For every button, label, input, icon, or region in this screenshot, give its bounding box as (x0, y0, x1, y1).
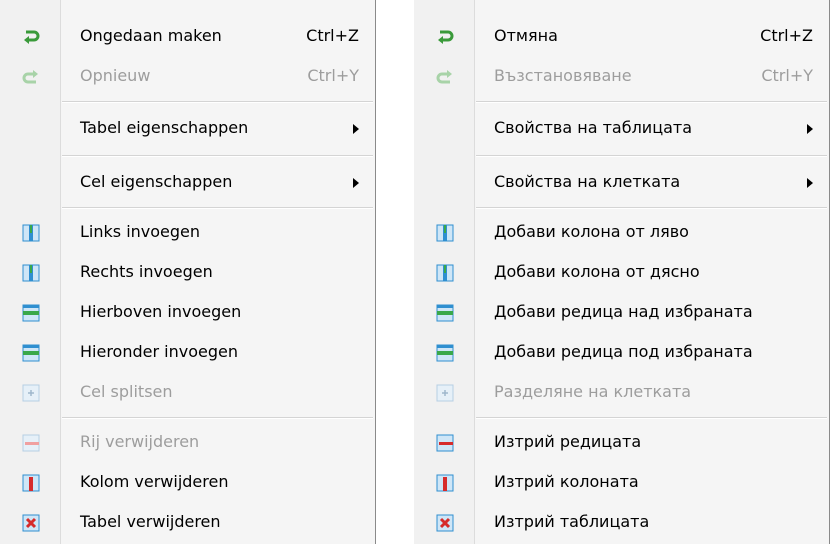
menu-item-insert-row-above[interactable]: Добави редица над избраната (414, 293, 829, 333)
menu-item-label: Links invoegen (80, 222, 201, 241)
menu-item-label: Отмяна (494, 26, 558, 45)
menu-item-label: Tabel eigenschappen (80, 118, 249, 137)
shortcut-label: Ctrl+Y (307, 66, 359, 85)
delete-table-icon (436, 514, 454, 532)
insert-column-left-icon (436, 224, 454, 242)
menu-item-delete-table[interactable]: Изтрий таблицата (414, 503, 829, 543)
menu-item-label: Изтрий таблицата (494, 512, 650, 531)
menu-item-redo[interactable]: Opnieuw Ctrl+Y (0, 57, 375, 97)
menu-item-undo[interactable]: Отмяна Ctrl+Z (414, 17, 829, 57)
menu-item-redo[interactable]: Възстановяване Ctrl+Y (414, 57, 829, 97)
menu-item-delete-column[interactable]: Kolom verwijderen (0, 463, 375, 503)
menu-item-label: Cel splitsen (80, 382, 173, 401)
menu-item-insert-row-below[interactable]: Hieronder invoegen (0, 333, 375, 373)
menu-separator (62, 155, 373, 157)
insert-column-right-icon (22, 264, 40, 282)
menu-item-label: Opnieuw (80, 66, 151, 85)
context-menu-bulgarian: Отмяна Ctrl+Z Възстановяване Ctrl+Y Свой… (414, 0, 830, 544)
menu-item-insert-row-below[interactable]: Добави редица под избраната (414, 333, 829, 373)
context-menu-dutch: Ongedaan maken Ctrl+Z Opnieuw Ctrl+Y Tab… (0, 0, 376, 544)
menu-item-label: Cel eigenschappen (80, 172, 233, 191)
menu-item-delete-column[interactable]: Изтрий колоната (414, 463, 829, 503)
shortcut-label: Ctrl+Y (761, 66, 813, 85)
submenu-arrow-icon (807, 178, 813, 188)
menu-item-split-cell[interactable]: Разделяне на клетката (414, 373, 829, 413)
redo-icon (22, 68, 40, 86)
shortcut-label: Ctrl+Z (306, 26, 359, 45)
menu-item-cell-properties[interactable]: Свойства на клетката (414, 163, 829, 203)
menu-item-insert-column-right[interactable]: Rechts invoegen (0, 253, 375, 293)
menu-item-insert-column-left[interactable]: Добави колона от ляво (414, 213, 829, 253)
menu-item-cell-properties[interactable]: Cel eigenschappen (0, 163, 375, 203)
insert-row-below-icon (436, 344, 454, 362)
insert-column-right-icon (436, 264, 454, 282)
menu-item-split-cell[interactable]: Cel splitsen (0, 373, 375, 413)
menu-item-label: Разделяне на клетката (494, 382, 692, 401)
menu-item-undo[interactable]: Ongedaan maken Ctrl+Z (0, 17, 375, 57)
submenu-arrow-icon (807, 124, 813, 134)
split-cell-icon (436, 384, 454, 402)
menu-item-delete-row[interactable]: Изтрий редицата (414, 423, 829, 463)
menu-item-label: Hieronder invoegen (80, 342, 238, 361)
menu-item-table-properties[interactable]: Свойства на таблицата (414, 109, 829, 149)
delete-table-icon (22, 514, 40, 532)
menu-item-label: Добави колона от ляво (494, 222, 689, 241)
menu-separator (476, 417, 827, 419)
insert-row-below-icon (22, 344, 40, 362)
menu-item-label: Ongedaan maken (80, 26, 222, 45)
menu-separator (62, 417, 373, 419)
submenu-arrow-icon (353, 178, 359, 188)
delete-row-icon (436, 434, 454, 452)
menu-item-label: Изтрий редицата (494, 432, 642, 451)
menu-separator (62, 101, 373, 103)
menu-separator (476, 155, 827, 157)
delete-column-icon (22, 474, 40, 492)
menu-item-label: Изтрий колоната (494, 472, 639, 491)
submenu-arrow-icon (353, 124, 359, 134)
menu-item-table-properties[interactable]: Tabel eigenschappen (0, 109, 375, 149)
menu-item-delete-row[interactable]: Rij verwijderen (0, 423, 375, 463)
menu-item-label: Rechts invoegen (80, 262, 213, 281)
delete-column-icon (436, 474, 454, 492)
menu-item-insert-column-left[interactable]: Links invoegen (0, 213, 375, 253)
undo-icon (22, 28, 40, 46)
undo-icon (436, 28, 454, 46)
redo-icon (436, 68, 454, 86)
menu-item-delete-table[interactable]: Tabel verwijderen (0, 503, 375, 543)
menu-separator (476, 207, 827, 209)
insert-column-left-icon (22, 224, 40, 242)
menu-item-label: Добави редица под избраната (494, 342, 753, 361)
menu-separator (62, 207, 373, 209)
menu-item-label: Възстановяване (494, 66, 632, 85)
menu-separator (476, 101, 827, 103)
insert-row-above-icon (436, 304, 454, 322)
menu-item-label: Добави колона от дясно (494, 262, 700, 281)
menu-item-insert-column-right[interactable]: Добави колона от дясно (414, 253, 829, 293)
menu-item-insert-row-above[interactable]: Hierboven invoegen (0, 293, 375, 333)
shortcut-label: Ctrl+Z (760, 26, 813, 45)
menu-item-label: Добави редица над избраната (494, 302, 753, 321)
menu-item-label: Tabel verwijderen (80, 512, 221, 531)
menu-item-label: Rij verwijderen (80, 432, 200, 451)
delete-row-icon (22, 434, 40, 452)
menu-item-label: Свойства на клетката (494, 172, 681, 191)
split-cell-icon (22, 384, 40, 402)
menu-item-label: Свойства на таблицата (494, 118, 693, 137)
menu-item-label: Hierboven invoegen (80, 302, 242, 321)
insert-row-above-icon (22, 304, 40, 322)
menu-item-label: Kolom verwijderen (80, 472, 229, 491)
